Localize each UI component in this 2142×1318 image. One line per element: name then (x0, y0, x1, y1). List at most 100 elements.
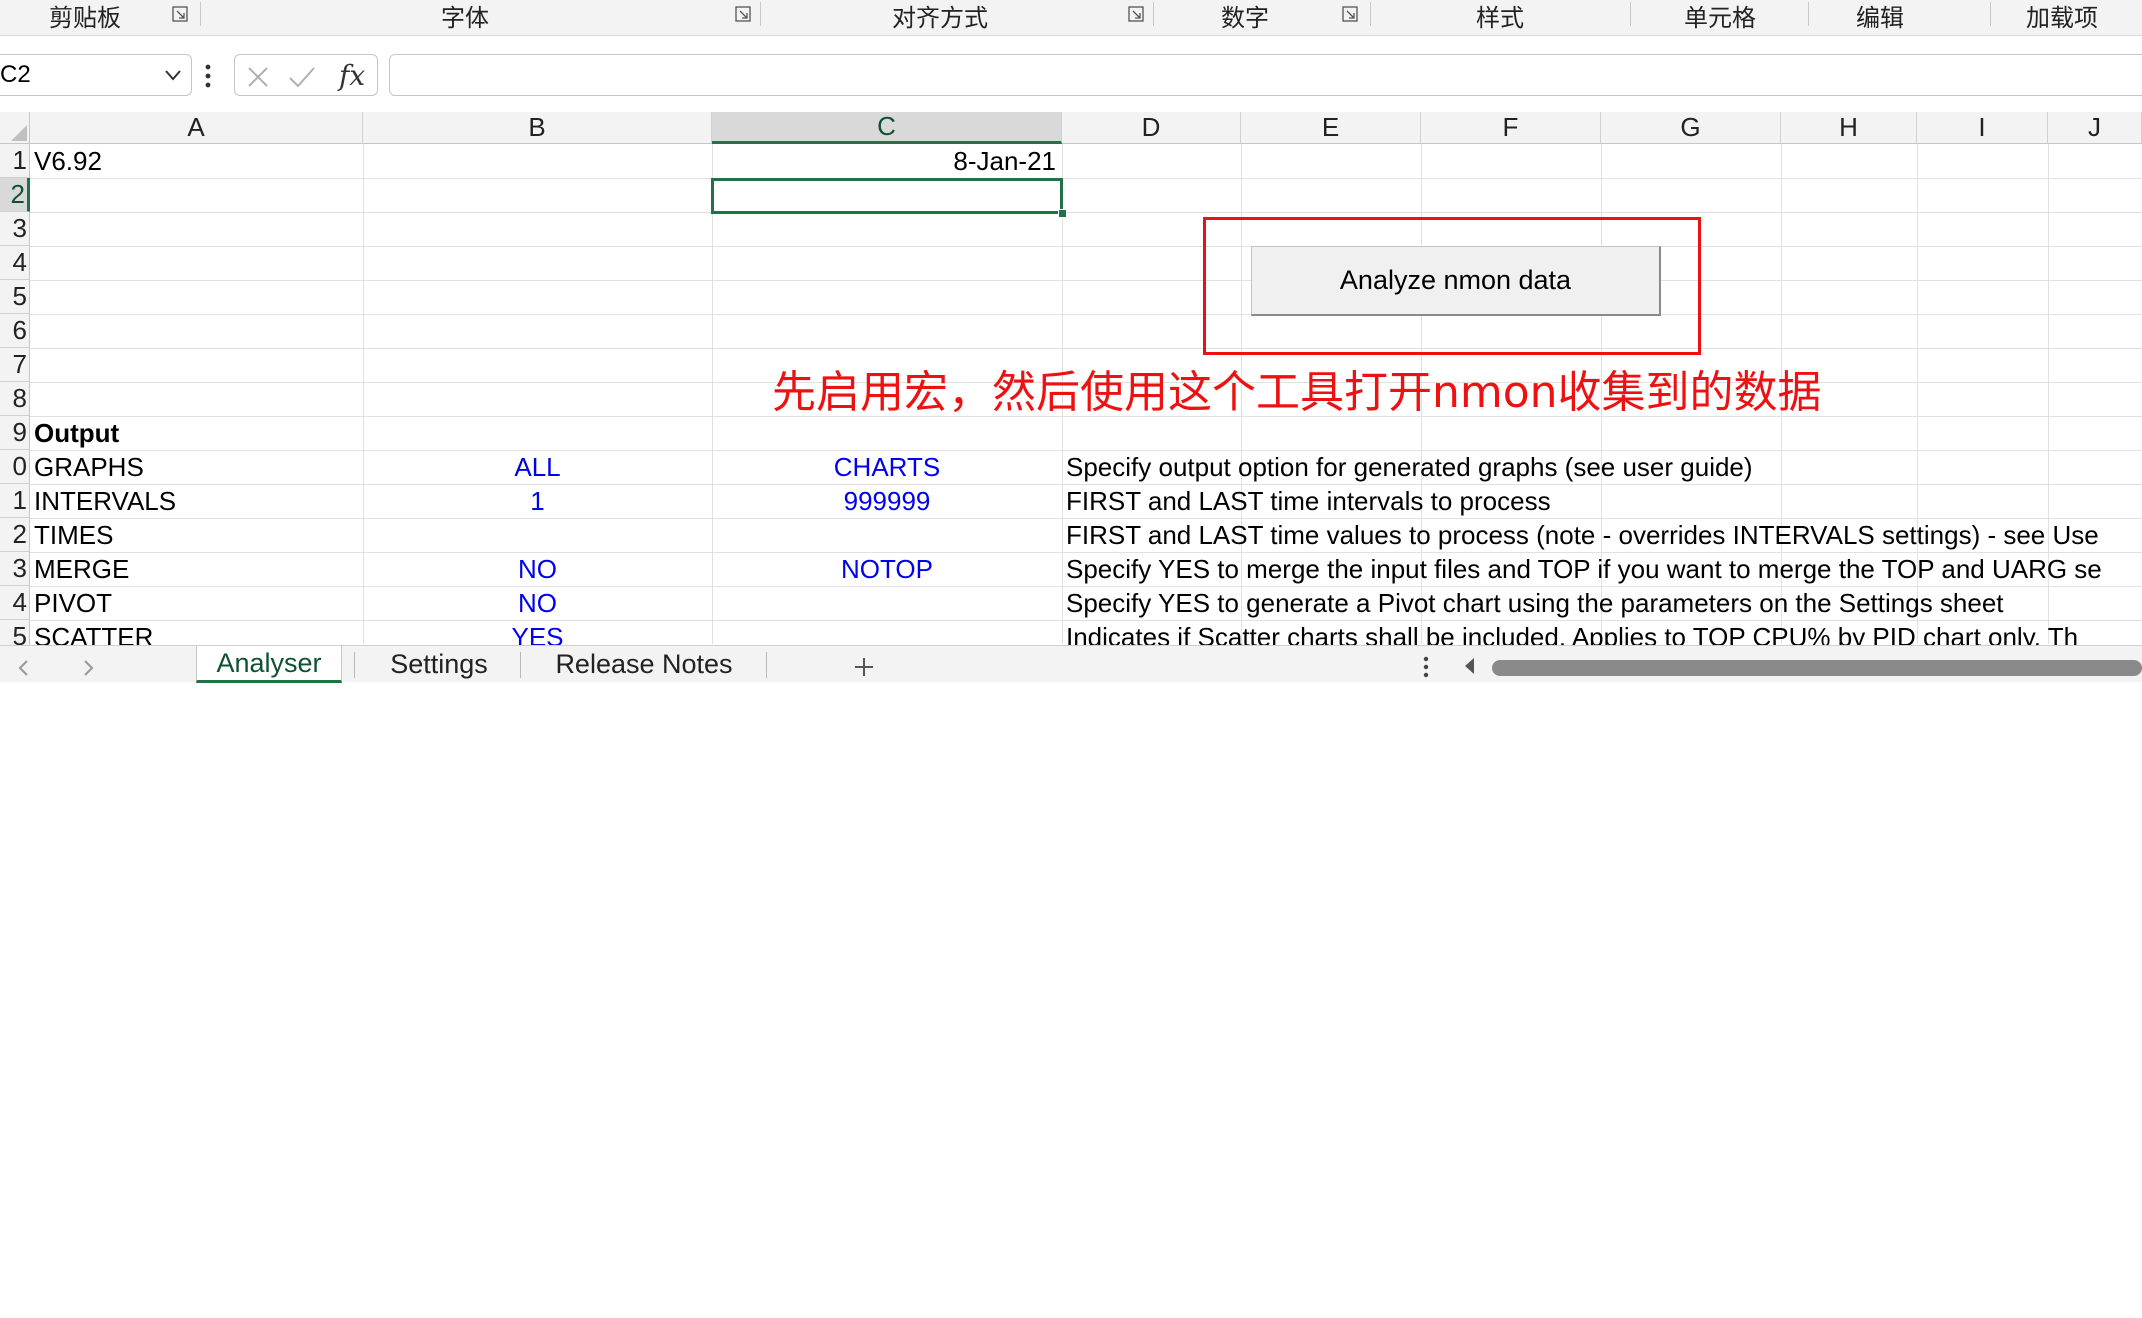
gridline (30, 212, 2142, 213)
cancel-icon[interactable] (245, 64, 271, 90)
fill-handle[interactable] (1058, 209, 1067, 218)
chevron-right-icon[interactable] (76, 656, 100, 680)
cell-d11[interactable]: FIRST and LAST time intervals to process (1062, 484, 1551, 518)
font-dialog-launcher-icon[interactable] (735, 6, 751, 22)
cell-a1[interactable]: V6.92 (30, 144, 363, 178)
column-header-a[interactable]: A (30, 112, 363, 144)
row-header-7[interactable]: 7 (0, 348, 30, 382)
tab-separator (766, 652, 767, 678)
cell-c13[interactable]: NOTOP (712, 552, 1062, 586)
cell-b13[interactable]: NO (363, 552, 712, 586)
ribbon-group-editing: 编辑 (1856, 4, 1904, 32)
cell-a13[interactable]: MERGE (30, 552, 363, 586)
row-header-12[interactable]: 2 (0, 518, 30, 552)
cell-a10[interactable]: GRAPHS (30, 450, 363, 484)
name-box-value: C2 (0, 61, 31, 88)
gridline (30, 314, 2142, 315)
row-header-5[interactable]: 5 (0, 280, 30, 314)
chevron-down-icon[interactable] (161, 63, 185, 87)
ribbon-group-number: 数字 (1221, 4, 1269, 32)
column-header-e[interactable]: E (1241, 112, 1421, 144)
more-options-icon[interactable] (1422, 654, 1430, 680)
select-all-corner[interactable] (0, 112, 30, 144)
active-cell-c2[interactable] (711, 178, 1063, 214)
row-header-8[interactable]: 8 (0, 382, 30, 416)
formula-controls: fx (234, 54, 378, 96)
cell-c11[interactable]: 999999 (712, 484, 1062, 518)
ribbon-separator (1630, 2, 1631, 26)
chevron-left-icon[interactable] (12, 656, 36, 680)
analyze-nmon-data-button[interactable]: Analyze nmon data (1251, 246, 1661, 316)
tab-separator (354, 652, 355, 678)
clipboard-dialog-launcher-icon[interactable] (172, 6, 188, 22)
gridline (30, 348, 2142, 349)
gridline (30, 280, 2142, 281)
cell-a12[interactable]: TIMES (30, 518, 363, 552)
cell-d13[interactable]: Specify YES to merge the input files and… (1062, 552, 2102, 586)
insert-function-button[interactable]: fx (339, 59, 365, 92)
ribbon-separator (1990, 2, 1991, 26)
ribbon-separator (1370, 2, 1371, 26)
column-header-b[interactable]: B (363, 112, 712, 144)
ribbon-group-cells: 单元格 (1684, 4, 1756, 32)
cell-b10[interactable]: ALL (363, 450, 712, 484)
add-sheet-icon[interactable] (851, 654, 877, 680)
gridline (30, 246, 2142, 247)
ribbon-separator (200, 2, 201, 26)
column-header-f[interactable]: F (1421, 112, 1601, 144)
row-header-2[interactable]: 2 (0, 178, 30, 212)
cell-a11[interactable]: INTERVALS (30, 484, 363, 518)
cell-a9[interactable]: Output (30, 416, 363, 450)
cell-d12[interactable]: FIRST and LAST time values to process (n… (1062, 518, 2099, 552)
tab-separator (520, 652, 521, 678)
row-header-3[interactable]: 3 (0, 212, 30, 246)
sheet-tab-release-notes[interactable]: Release Notes (532, 646, 756, 683)
column-header-j[interactable]: J (2048, 112, 2142, 144)
ribbon-separator (1808, 2, 1809, 26)
column-header-g[interactable]: G (1601, 112, 1781, 144)
sheet-tab-settings[interactable]: Settings (366, 646, 512, 683)
ribbon-group-clipboard: 剪贴板 (49, 4, 121, 32)
formula-input[interactable] (389, 54, 2142, 96)
watermark: CSDN @dghrty_show (1970, 1298, 2137, 1317)
annotation-text: 先启用宏，然后使用这个工具打开nmon收集到的数据 (772, 367, 1822, 418)
column-header-c[interactable]: C (712, 111, 1062, 144)
cell-b11[interactable]: 1 (363, 484, 712, 518)
column-header-d[interactable]: D (1062, 112, 1241, 144)
row-header-13[interactable]: 3 (0, 552, 30, 586)
column-header-h[interactable]: H (1781, 112, 1917, 144)
row-header-9[interactable]: 9 (0, 416, 30, 450)
cell-d14[interactable]: Specify YES to generate a Pivot chart us… (1062, 586, 2004, 620)
row-header-6[interactable]: 6 (0, 314, 30, 348)
number-dialog-launcher-icon[interactable] (1342, 6, 1358, 22)
horizontal-scrollbar[interactable] (1492, 660, 2142, 676)
formula-bar: C2 fx (0, 48, 2142, 104)
cell-a14[interactable]: PIVOT (30, 586, 363, 620)
alignment-dialog-launcher-icon[interactable] (1128, 6, 1144, 22)
ribbon-group-font: 字体 (441, 4, 489, 32)
select-all-triangle-icon (11, 125, 27, 141)
cell-c1[interactable]: 8-Jan-21 (712, 144, 1062, 178)
ribbon-group-addins: 加载项 (2026, 4, 2098, 32)
ribbon-group-alignment: 对齐方式 (892, 4, 988, 32)
row-header-1[interactable]: 1 (0, 144, 30, 178)
gridline (30, 178, 2142, 179)
more-options-icon[interactable] (204, 62, 212, 90)
ribbon-separator (1153, 2, 1154, 26)
row-header-14[interactable]: 4 (0, 586, 30, 620)
scroll-left-arrow-icon[interactable] (1462, 656, 1478, 676)
cell-c10[interactable]: CHARTS (712, 450, 1062, 484)
ribbon-group-styles: 样式 (1476, 4, 1524, 32)
enter-check-icon[interactable] (287, 64, 317, 90)
column-header-i[interactable]: I (1917, 112, 2048, 144)
ribbon-separator (760, 2, 761, 26)
name-box[interactable]: C2 (0, 54, 192, 96)
row-header-4[interactable]: 4 (0, 246, 30, 280)
cell-b14[interactable]: NO (363, 586, 712, 620)
sheet-tab-analyser[interactable]: Analyser (196, 646, 342, 683)
ribbon-group-bar: 剪贴板 字体 对齐方式 数字 样式 单元格 编辑 加载项 (0, 0, 2142, 36)
cell-d10[interactable]: Specify output option for generated grap… (1062, 450, 1753, 484)
row-header-10[interactable]: 0 (0, 450, 30, 484)
row-header-11[interactable]: 1 (0, 484, 30, 518)
sheet-tab-bar: Analyser Settings Release Notes CSDN @dg… (0, 645, 2142, 1317)
